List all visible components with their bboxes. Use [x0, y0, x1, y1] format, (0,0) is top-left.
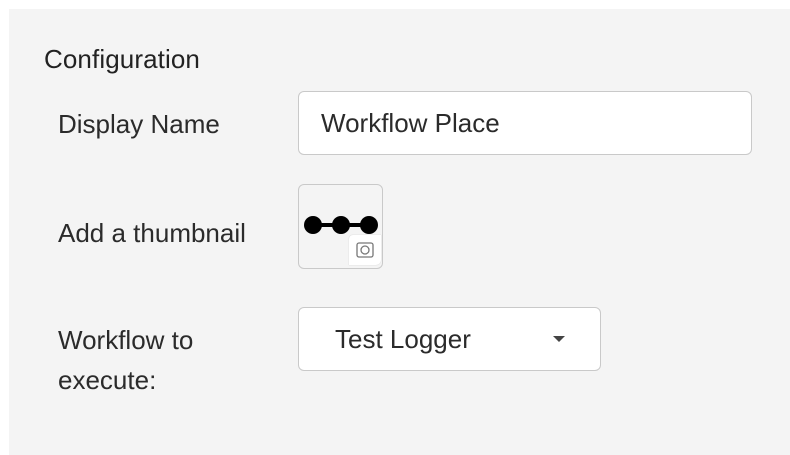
section-title: Configuration	[44, 44, 200, 74]
workflow-dots-icon	[304, 216, 378, 234]
workflow-select[interactable]: Test Logger	[298, 307, 601, 371]
caret-down-icon	[553, 336, 565, 342]
camera-icon	[356, 242, 374, 258]
display-name-input[interactable]	[298, 91, 752, 155]
thumbnail-label: Add a thumbnail	[58, 218, 246, 248]
display-name-label: Display Name	[58, 109, 220, 139]
workflow-label: Workflow to execute:	[58, 325, 194, 395]
thumbnail-picker[interactable]	[298, 184, 383, 269]
camera-badge[interactable]	[349, 235, 381, 265]
workflow-select-value: Test Logger	[335, 324, 471, 354]
